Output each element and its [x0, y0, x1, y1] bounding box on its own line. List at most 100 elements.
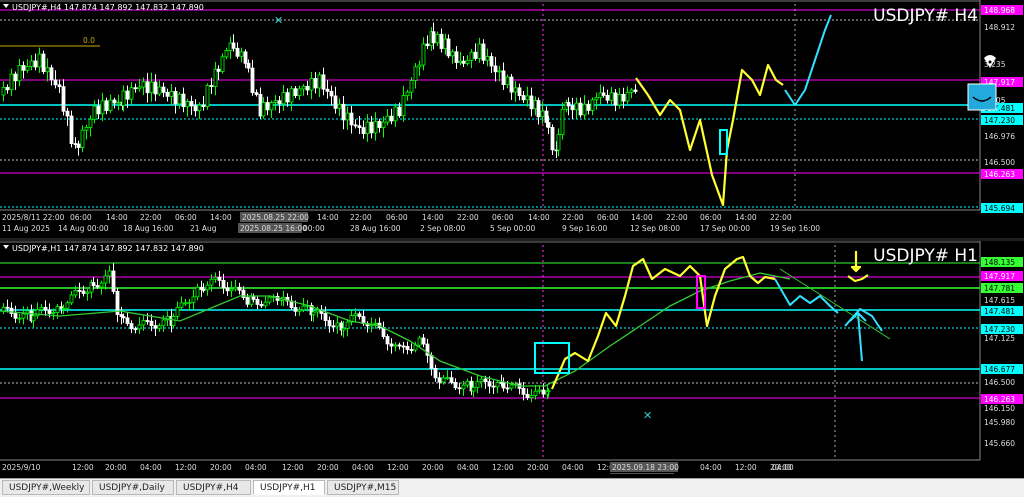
time-axis-label: 00:00: [303, 224, 325, 233]
price-axis-label: 147.615: [984, 296, 1015, 305]
time-axis-label: 12:00: [282, 463, 304, 472]
h1-chart-pane[interactable]: USDJPY#,H1 147.874 147.892 147.832 147.8…: [0, 241, 1024, 483]
cyan-drawing: [774, 278, 839, 314]
chart-watermark: USDJPY# H4: [873, 6, 978, 26]
time-axis-label: 22:00: [562, 213, 584, 222]
time-axis-label: 17 Sep 00:00: [700, 224, 750, 233]
candle-body: [193, 105, 198, 112]
candle-body: [245, 297, 250, 305]
candle-body: [69, 115, 74, 144]
candle-body: [183, 302, 188, 305]
candle-body: [445, 377, 450, 380]
candle-body: [525, 95, 530, 101]
candle-body: [237, 286, 242, 291]
chart-tab-bar: USDJPY#,Weekly USDJPY#,Daily USDJPY#,H4 USD…: [0, 478, 1024, 497]
candle-body: [505, 387, 510, 390]
cross-marker-icon: ✕: [643, 409, 652, 422]
h4-chart-pane[interactable]: USDJPY#,H4 147.874 147.892 147.832 147.8…: [0, 0, 1024, 238]
candle-body: [471, 387, 476, 392]
time-axis-label: 22:00: [350, 213, 372, 222]
candle-body: [213, 276, 218, 280]
time-axis-label: 06:00: [386, 213, 408, 222]
candle-body: [594, 97, 599, 101]
chart-watermark: USDJPY# H1: [873, 246, 978, 266]
candle-body: [317, 74, 322, 89]
candle-body: [125, 317, 130, 324]
candle-body: [439, 33, 444, 49]
time-axis-label: 18 Aug 16:00: [123, 224, 174, 233]
candle-body: [250, 67, 255, 94]
time-axis-label: 04:00: [245, 463, 267, 472]
candle-body: [45, 67, 50, 73]
candle-body: [201, 289, 206, 291]
time-axis-label: 14:00: [106, 213, 128, 222]
chart-tab[interactable]: USDJPY#,H4: [176, 480, 251, 495]
candle-body: [413, 66, 418, 81]
candle-body: [107, 270, 112, 277]
candle-body: [373, 322, 378, 325]
candle-body: [586, 103, 591, 111]
candle-body: [297, 88, 302, 96]
chart-tab[interactable]: USDJPY#,M15: [327, 480, 399, 495]
candle-body: [435, 33, 440, 44]
candle-body: [443, 38, 448, 49]
price-axis-label: 146.263: [984, 395, 1015, 404]
time-axis-label: 04:00: [772, 463, 794, 472]
candle-body: [461, 60, 466, 64]
candle-body: [39, 306, 44, 310]
candle-body: [77, 289, 82, 292]
candle-body: [305, 85, 310, 91]
candle-body: [41, 53, 46, 73]
candle-body: [605, 94, 610, 101]
candle-body: [73, 143, 78, 145]
h4-chart[interactable]: USDJPY#,H4 147.874 147.892 147.832 147.8…: [0, 0, 1024, 238]
candle-body: [509, 76, 514, 93]
candle-body: [177, 93, 182, 105]
candle-body: [65, 302, 70, 309]
chart-tab[interactable]: USDJPY#,H1: [253, 480, 325, 495]
candle-body: [481, 43, 486, 61]
candle-body: [475, 381, 480, 388]
candle-body: [477, 43, 482, 59]
h1-chart[interactable]: USDJPY#,H1 147.874 147.892 147.832 147.8…: [0, 241, 1024, 483]
time-axis-label: 22:00: [140, 213, 162, 222]
candle-body: [458, 60, 463, 63]
price-axis-label: 145.694: [984, 204, 1015, 213]
candle-body: [465, 380, 470, 386]
candle-body: [345, 321, 350, 329]
candle-body: [49, 67, 54, 81]
candle-body: [185, 101, 190, 108]
candle-body: [357, 125, 362, 128]
candle-body: [483, 378, 488, 383]
candle-body: [25, 66, 30, 71]
candle-body: [231, 42, 236, 49]
candle-body: [81, 290, 86, 294]
time-axis-label: 20:00: [317, 463, 339, 472]
candle-body: [437, 377, 442, 383]
candle-body: [401, 345, 406, 348]
candle-body: [145, 81, 150, 94]
candle-body: [381, 121, 386, 128]
candle-body: [13, 313, 18, 319]
candle-body: [361, 127, 366, 135]
candle-body: [556, 134, 561, 151]
candle-body: [529, 95, 534, 110]
candle-body: [590, 99, 595, 111]
yellow-drawing: [635, 63, 784, 207]
candle-body: [195, 286, 200, 298]
candle-body: [489, 56, 494, 67]
candle-body: [267, 296, 272, 303]
candle-body: [239, 51, 244, 57]
time-axis-label: 04:00: [457, 463, 479, 472]
chart-tab[interactable]: USDJPY#,Weekly: [2, 480, 90, 495]
time-axis-label: 22:00: [770, 213, 792, 222]
yellow-drawing: [850, 251, 862, 273]
candle-body: [385, 115, 390, 123]
candle-body: [578, 102, 583, 116]
chart-tab[interactable]: USDJPY#,Daily: [92, 480, 174, 495]
candle-body: [96, 105, 101, 115]
time-axis-label: 14:00: [528, 213, 550, 222]
candle-body: [337, 103, 342, 109]
candle-body: [525, 393, 530, 398]
candle-body: [61, 86, 66, 112]
